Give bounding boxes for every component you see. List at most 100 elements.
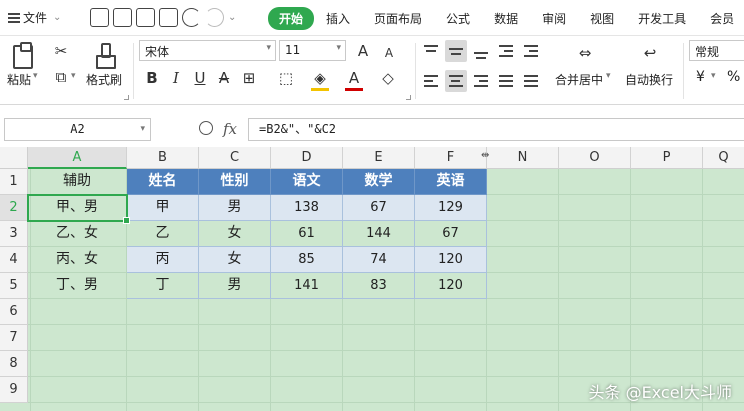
number-format-select[interactable]: 常规 (689, 40, 744, 61)
increase-font-icon[interactable]: A (354, 41, 372, 61)
row-header-8[interactable]: 8 (0, 351, 28, 377)
cell-d5[interactable]: 141 (271, 273, 343, 299)
select-all-corner[interactable] (0, 147, 28, 169)
borders-icon[interactable]: ⊞ (240, 68, 258, 88)
paste-button[interactable]: 粘贴 (7, 71, 31, 88)
qat-more-icon[interactable]: ⌄ (228, 8, 240, 27)
tab-insert[interactable]: 插入 (314, 7, 362, 30)
wrap-text-button[interactable]: 自动换行 (625, 71, 673, 88)
cell-d2[interactable]: 138 (271, 195, 343, 221)
cell-b2[interactable]: 甲 (127, 195, 199, 221)
cell-a3[interactable]: 乙、女 (28, 221, 127, 247)
row-header-5[interactable]: 5 (0, 273, 28, 299)
bold-button[interactable]: B (143, 68, 161, 88)
column-header-o[interactable]: O (559, 147, 631, 169)
save-icon[interactable] (90, 8, 109, 27)
cell-c2[interactable]: 男 (199, 195, 271, 221)
cell-a2[interactable]: 甲、男 (28, 195, 127, 221)
increase-indent-icon[interactable] (520, 40, 542, 62)
cell-c3[interactable]: 女 (199, 221, 271, 247)
row-header-6[interactable]: 6 (0, 299, 28, 325)
fill-color-icon[interactable]: ◈ (311, 68, 329, 91)
cell-a1[interactable]: 辅助 (28, 169, 127, 195)
print-icon[interactable] (136, 8, 155, 27)
copy-icon[interactable]: ⧉ (52, 67, 70, 87)
hidden-columns-icon[interactable]: ⇹ (481, 150, 489, 161)
cell-b3[interactable]: 乙 (127, 221, 199, 247)
currency-dropdown-icon[interactable]: ▾ (711, 71, 716, 81)
wrap-text-icon[interactable]: ↩ (638, 43, 662, 63)
paste-dropdown-icon[interactable]: ▾ (33, 71, 38, 81)
column-header-d[interactable]: D (271, 147, 343, 169)
row-header-4[interactable]: 4 (0, 247, 28, 273)
cell-f5[interactable]: 120 (415, 273, 487, 299)
cell-a4[interactable]: 丙、女 (28, 247, 127, 273)
cut-icon[interactable]: ✂ (52, 41, 70, 61)
align-middle-icon[interactable] (445, 40, 467, 62)
redo-icon[interactable] (205, 8, 224, 27)
tab-view[interactable]: 视图 (578, 7, 626, 30)
align-bottom-icon[interactable] (470, 40, 492, 62)
tab-member[interactable]: 会员 (698, 7, 744, 30)
cell-e5[interactable]: 83 (343, 273, 415, 299)
cell-f1[interactable]: 英语 (415, 169, 487, 195)
tab-review[interactable]: 审阅 (530, 7, 578, 30)
fx-icon[interactable]: fx (223, 120, 237, 138)
distributed-icon[interactable] (520, 70, 542, 92)
tab-developer[interactable]: 开发工具 (626, 7, 698, 30)
cell-d1[interactable]: 语文 (271, 169, 343, 195)
row-header-9[interactable]: 9 (0, 377, 28, 403)
column-header-a[interactable]: A (28, 147, 127, 169)
print-preview-icon[interactable] (159, 8, 178, 27)
align-top-icon[interactable] (420, 40, 442, 62)
column-header-c[interactable]: C (199, 147, 271, 169)
format-painter-icon[interactable] (96, 43, 116, 69)
column-header-b[interactable]: B (127, 147, 199, 169)
align-right-icon[interactable] (470, 70, 492, 92)
tab-formulas[interactable]: 公式 (434, 7, 482, 30)
undo-icon[interactable] (182, 8, 201, 27)
file-menu[interactable]: 文件 ⌄ (8, 9, 61, 26)
cell-e1[interactable]: 数学 (343, 169, 415, 195)
row-header-2[interactable]: 2 (0, 195, 28, 221)
currency-button[interactable]: ¥ (696, 69, 705, 85)
cell-f2[interactable]: 129 (415, 195, 487, 221)
tab-home[interactable]: 开始 (268, 7, 315, 30)
strikethrough-button[interactable]: A (215, 68, 233, 88)
underline-button[interactable]: U (191, 68, 209, 88)
align-center-icon[interactable] (445, 70, 467, 92)
cell-f4[interactable]: 120 (415, 247, 487, 273)
column-header-q[interactable]: Q (703, 147, 744, 169)
formula-input[interactable]: =B2&"、"&C2 (248, 118, 744, 141)
font-name-select[interactable]: 宋体 ▾ (139, 40, 276, 61)
worksheet-grid[interactable]: A B C D E F N O P Q ⇹ 1 2 3 4 5 6 7 8 9 … (0, 147, 744, 411)
font-color-button[interactable]: A (345, 68, 363, 91)
tab-data[interactable]: 数据 (482, 7, 530, 30)
align-left-icon[interactable] (420, 70, 442, 92)
italic-button[interactable]: I (167, 68, 185, 88)
cell-c4[interactable]: 女 (199, 247, 271, 273)
column-header-n[interactable]: N (487, 147, 559, 169)
cell-b1[interactable]: 姓名 (127, 169, 199, 195)
clear-format-icon[interactable]: ◇ (379, 68, 397, 88)
row-header-3[interactable]: 3 (0, 221, 28, 247)
cell-b5[interactable]: 丁 (127, 273, 199, 299)
row-header-7[interactable]: 7 (0, 325, 28, 351)
cell-e4[interactable]: 74 (343, 247, 415, 273)
cell-style-icon[interactable]: ⬚ (277, 68, 295, 88)
cell-c1[interactable]: 性别 (199, 169, 271, 195)
tab-page-layout[interactable]: 页面布局 (362, 7, 434, 30)
paste-icon[interactable] (13, 42, 33, 69)
cell-e2[interactable]: 67 (343, 195, 415, 221)
copy-dropdown-icon[interactable]: ▾ (71, 71, 76, 81)
justify-icon[interactable] (495, 70, 517, 92)
export-icon[interactable] (113, 8, 132, 27)
cell-d4[interactable]: 85 (271, 247, 343, 273)
column-header-f[interactable]: F (415, 147, 487, 169)
decrease-font-icon[interactable]: A (380, 43, 398, 63)
merge-dropdown-icon[interactable]: ▾ (606, 71, 611, 81)
column-header-p[interactable]: P (631, 147, 703, 169)
cell-c5[interactable]: 男 (199, 273, 271, 299)
merge-center-button[interactable]: 合并居中 (555, 71, 603, 88)
cell-b4[interactable]: 丙 (127, 247, 199, 273)
